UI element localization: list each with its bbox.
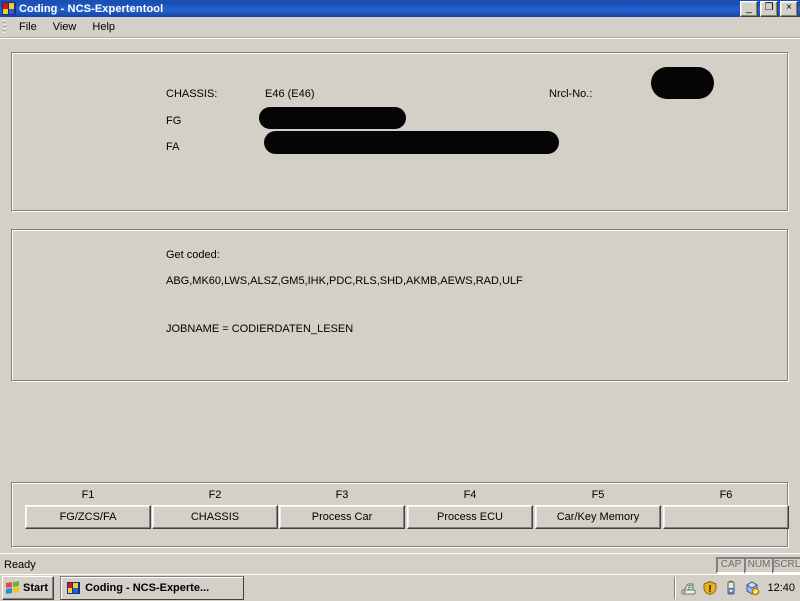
function-key-f6: F6 — [663, 483, 789, 531]
function-key-f3-key: F3 — [335, 489, 349, 501]
ecu-list: ABG,MK60,LWS,ALSZ,GM5,IHK,PDC,RLS,SHD,AK… — [166, 275, 523, 287]
taskbar-item-label: Coding - NCS-Experte... — [85, 582, 210, 594]
function-key-f3-button[interactable]: Process Car — [279, 505, 405, 529]
function-key-f4-key: F4 — [463, 489, 477, 501]
window-title: Coding - NCS-Expertentool — [19, 2, 164, 15]
menu-item-view[interactable]: View — [45, 19, 85, 35]
nrcl-no-value-redaction — [651, 67, 714, 99]
maximize-icon: ❐ — [764, 2, 774, 13]
fg-label: FG — [166, 115, 182, 127]
function-key-f4: F4 Process ECU — [407, 483, 533, 529]
function-key-f1-key: F1 — [81, 489, 95, 501]
battery-icon[interactable] — [723, 580, 739, 596]
svg-text:E: E — [688, 585, 693, 592]
taskbar-item-coding[interactable]: Coding - NCS-Experte... — [60, 576, 245, 600]
function-key-f5-button[interactable]: Car/Key Memory — [535, 505, 661, 529]
status-indicator-cap: CAP — [716, 557, 746, 574]
minimize-icon: _ — [746, 3, 752, 14]
menu-bar: File View Help — [0, 17, 800, 38]
network-icon[interactable]: E — [681, 580, 697, 596]
vehicle-info-panel: CHASSIS: E46 (E46) FG FA Nrcl-No.: — [11, 52, 789, 212]
jobname-text: JOBNAME = CODIERDATEN_LESEN — [166, 323, 354, 335]
taskbar-clock[interactable]: 12:40 — [767, 582, 795, 594]
minimize-button[interactable]: _ — [740, 1, 758, 17]
window-controls: _ ❐ × — [740, 1, 798, 17]
fa-label: FA — [166, 141, 180, 153]
function-key-f2-key: F2 — [208, 489, 222, 501]
function-key-f6-key: F6 — [719, 489, 733, 501]
function-key-f4-button[interactable]: Process ECU — [407, 505, 533, 529]
status-bar: Ready CAP NUM SCRL — [0, 553, 800, 575]
function-key-f6-button[interactable] — [663, 505, 789, 529]
get-coded-label: Get coded: — [166, 249, 220, 261]
menu-item-help[interactable]: Help — [84, 19, 123, 35]
job-info-panel: Get coded: ABG,MK60,LWS,ALSZ,GM5,IHK,PDC… — [11, 229, 789, 382]
status-indicator-num: NUM — [744, 557, 774, 574]
menu-item-file[interactable]: File — [11, 19, 45, 35]
start-button-label: Start — [23, 582, 49, 594]
windows-logo-icon — [6, 580, 20, 596]
client-area: CHASSIS: E46 (E46) FG FA Nrcl-No.: Get c… — [0, 38, 800, 554]
shield-icon[interactable] — [702, 580, 718, 596]
close-icon: × — [786, 2, 792, 13]
status-indicator-scrl: SCRL — [772, 557, 800, 574]
function-key-f2: F2 CHASSIS — [152, 483, 278, 529]
fg-value-redaction — [259, 107, 406, 129]
function-key-panel: F1 FG/ZCS/FA F2 CHASSIS F3 Process Car F… — [11, 482, 789, 548]
chassis-label: CHASSIS: — [166, 88, 218, 100]
status-message: Ready — [4, 558, 36, 571]
system-tray: E 12:40 — [674, 577, 800, 599]
function-key-f5-key: F5 — [591, 489, 605, 501]
function-key-f1-button[interactable]: FG/ZCS/FA — [25, 505, 151, 529]
menu-gripper[interactable] — [3, 20, 6, 34]
nrcl-no-label: Nrcl-No.: — [549, 88, 593, 100]
app-icon-small — [67, 582, 81, 594]
function-key-f2-button[interactable]: CHASSIS — [152, 505, 278, 529]
app-icon — [2, 2, 16, 15]
function-key-f3: F3 Process Car — [279, 483, 405, 529]
chassis-value: E46 (E46) — [265, 88, 315, 100]
application-window: Coding - NCS-Expertentool _ ❐ × File Vie… — [0, 0, 800, 601]
maximize-button[interactable]: ❐ — [760, 1, 778, 17]
taskbar: Start Coding - NCS-Experte... E 12:40 — [0, 574, 800, 601]
update-icon[interactable] — [744, 580, 760, 596]
function-key-f5: F5 Car/Key Memory — [535, 483, 661, 529]
close-button[interactable]: × — [780, 1, 798, 17]
title-bar[interactable]: Coding - NCS-Expertentool _ ❐ × — [0, 0, 800, 17]
fa-value-redaction — [264, 131, 559, 154]
function-key-f1: F1 FG/ZCS/FA — [25, 483, 151, 529]
start-button[interactable]: Start — [2, 576, 55, 600]
